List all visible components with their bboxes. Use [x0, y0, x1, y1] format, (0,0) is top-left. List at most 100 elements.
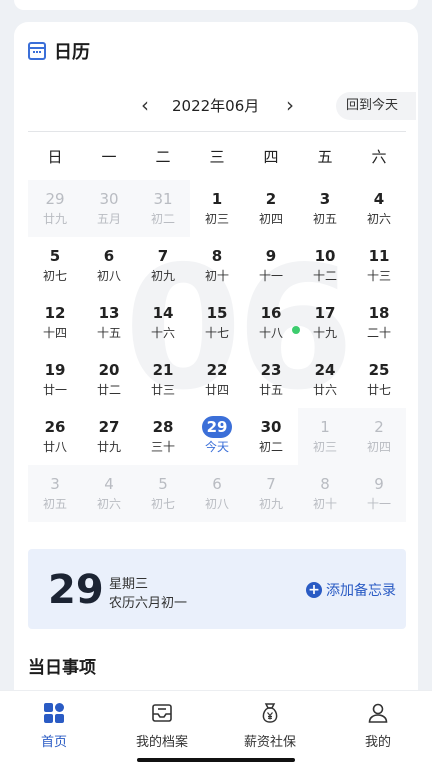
calendar-day[interactable]: 21 廿三 — [136, 351, 190, 408]
day-number: 12 — [44, 304, 66, 322]
day-number: 3 — [319, 190, 331, 208]
home-indicator — [137, 758, 295, 762]
lunar-date: 十一 — [258, 269, 283, 283]
calendar-day[interactable]: 25 廿七 — [352, 351, 406, 408]
calendar-day[interactable]: 8 初十 — [190, 237, 244, 294]
day-number: 23 — [260, 361, 282, 379]
calendar-day[interactable]: 23 廿五 — [244, 351, 298, 408]
calendar-day[interactable]: 22 廿四 — [190, 351, 244, 408]
bottom-tab-bar: 首页 我的档案 薪资社保 我的 — [0, 690, 432, 768]
tab-my-archive[interactable]: 我的档案 — [108, 691, 216, 768]
calendar-day[interactable]: 2 初四 — [352, 408, 406, 465]
calendar-day[interactable]: 3 初五 — [28, 465, 82, 522]
calendar-week-row: 12 十四 13 十五 14 十六 15 十七 16 十八 17 十九 18 二十 — [28, 294, 406, 351]
day-number: 20 — [98, 361, 120, 379]
add-memo-button[interactable]: + 添加备忘录 — [306, 580, 396, 600]
tab-home[interactable]: 首页 — [0, 691, 108, 768]
calendar-day[interactable]: 29 廿九 — [28, 180, 82, 237]
month-navigation: ‹ 2022年06月 › 回到今天 — [14, 92, 418, 120]
tab-label: 我的档案 — [135, 735, 188, 750]
lunar-date: 十七 — [204, 326, 229, 340]
day-number: 1 — [320, 418, 330, 436]
lunar-date: 初四 — [258, 212, 283, 226]
lunar-date: 初八 — [96, 269, 121, 283]
chevron-left-icon[interactable]: ‹ — [134, 94, 156, 116]
lunar-date: 初七 — [150, 497, 175, 511]
selected-lunar-date: 农历六月初一 — [109, 596, 188, 611]
calendar-day[interactable]: 30 五月 — [82, 180, 136, 237]
day-number: 7 — [266, 475, 276, 493]
chevron-right-icon[interactable]: › — [279, 94, 301, 116]
day-number: 29 — [202, 416, 232, 438]
calendar-day[interactable]: 5 初七 — [28, 237, 82, 294]
tab-salary-insurance[interactable]: 薪资社保 — [216, 691, 324, 768]
calendar-week-row: 5 初七 6 初八 7 初九 8 初十 9 十一 10 十二 11 十三 — [28, 237, 406, 294]
day-number: 11 — [368, 247, 390, 265]
lunar-date: 初六 — [366, 212, 391, 226]
day-number: 29 — [45, 190, 65, 208]
lunar-date: 初九 — [258, 497, 283, 511]
lunar-date: 二十 — [366, 326, 391, 340]
calendar-day[interactable]: 5 初七 — [136, 465, 190, 522]
calendar-day[interactable]: 18 二十 — [352, 294, 406, 351]
calendar-day[interactable]: 6 初八 — [190, 465, 244, 522]
lunar-date: 十四 — [42, 326, 67, 340]
lunar-date: 初十 — [204, 269, 229, 283]
calendar-day[interactable]: 1 初三 — [190, 180, 244, 237]
calendar-day[interactable]: 4 初六 — [352, 180, 406, 237]
lunar-date: 今天 — [204, 440, 229, 454]
calendar-day[interactable]: 20 廿二 — [82, 351, 136, 408]
tab-mine[interactable]: 我的 — [324, 691, 432, 768]
inbox-tray-icon — [152, 704, 172, 722]
calendar-day[interactable]: 13 十五 — [82, 294, 136, 351]
calendar-day[interactable]: 14 十六 — [136, 294, 190, 351]
month-label: 2022年06月 — [172, 97, 260, 115]
day-number: 2 — [265, 190, 277, 208]
add-memo-label: 添加备忘录 — [326, 583, 396, 599]
calendar-day[interactable]: 6 初八 — [82, 237, 136, 294]
calendar-day[interactable]: 4 初六 — [82, 465, 136, 522]
calendar-day[interactable]: 19 廿一 — [28, 351, 82, 408]
day-number: 25 — [368, 361, 390, 379]
day-number: 15 — [206, 304, 228, 322]
calendar-day[interactable]: 1 初三 — [298, 408, 352, 465]
lunar-date: 初八 — [204, 497, 229, 511]
calendar-day[interactable]: 27 廿九 — [82, 408, 136, 465]
lunar-date: 廿五 — [258, 383, 283, 397]
calendar-day[interactable]: 9 十一 — [352, 465, 406, 522]
weekday-label: 三 — [209, 148, 225, 166]
day-events-title: 当日事项 — [28, 658, 96, 678]
calendar-day[interactable]: 7 初九 — [136, 237, 190, 294]
calendar-day[interactable]: 10 十二 — [298, 237, 352, 294]
lunar-date: 廿九 — [42, 212, 67, 226]
weekday-label: 一 — [101, 148, 117, 166]
calendar-day[interactable]: 12 十四 — [28, 294, 82, 351]
calendar-day-today[interactable]: 29 今天 — [190, 408, 244, 465]
calendar-day[interactable]: 24 廿六 — [298, 351, 352, 408]
lunar-date: 初六 — [96, 497, 121, 511]
calendar-day[interactable]: 26 廿八 — [28, 408, 82, 465]
lunar-date: 十八 — [258, 326, 283, 340]
calendar-day[interactable]: 31 初二 — [136, 180, 190, 237]
calendar-day[interactable]: 30 初二 — [244, 408, 298, 465]
calendar-day[interactable]: 9 十一 — [244, 237, 298, 294]
back-to-today-button[interactable]: 回到今天 — [336, 92, 416, 120]
calendar-day[interactable]: 11 十三 — [352, 237, 406, 294]
calendar-day[interactable]: 16 十八 — [244, 294, 300, 351]
lunar-date: 廿一 — [42, 383, 67, 397]
day-number: 24 — [314, 361, 336, 379]
calendar-day[interactable]: 8 初十 — [298, 465, 352, 522]
day-number: 6 — [103, 247, 115, 265]
lunar-date: 初五 — [312, 212, 337, 226]
tab-label: 我的 — [364, 735, 391, 750]
calendar-day[interactable]: 17 十九 — [298, 294, 352, 351]
calendar-day[interactable]: 15 十七 — [190, 294, 244, 351]
day-number: 3 — [50, 475, 60, 493]
calendar-day[interactable]: 2 初四 — [244, 180, 298, 237]
calendar-day[interactable]: 3 初五 — [298, 180, 352, 237]
day-number: 4 — [104, 475, 114, 493]
day-number: 26 — [44, 418, 66, 436]
calendar-day[interactable]: 28 三十 — [136, 408, 190, 465]
lunar-date: 十六 — [150, 326, 175, 340]
calendar-day[interactable]: 7 初九 — [244, 465, 298, 522]
